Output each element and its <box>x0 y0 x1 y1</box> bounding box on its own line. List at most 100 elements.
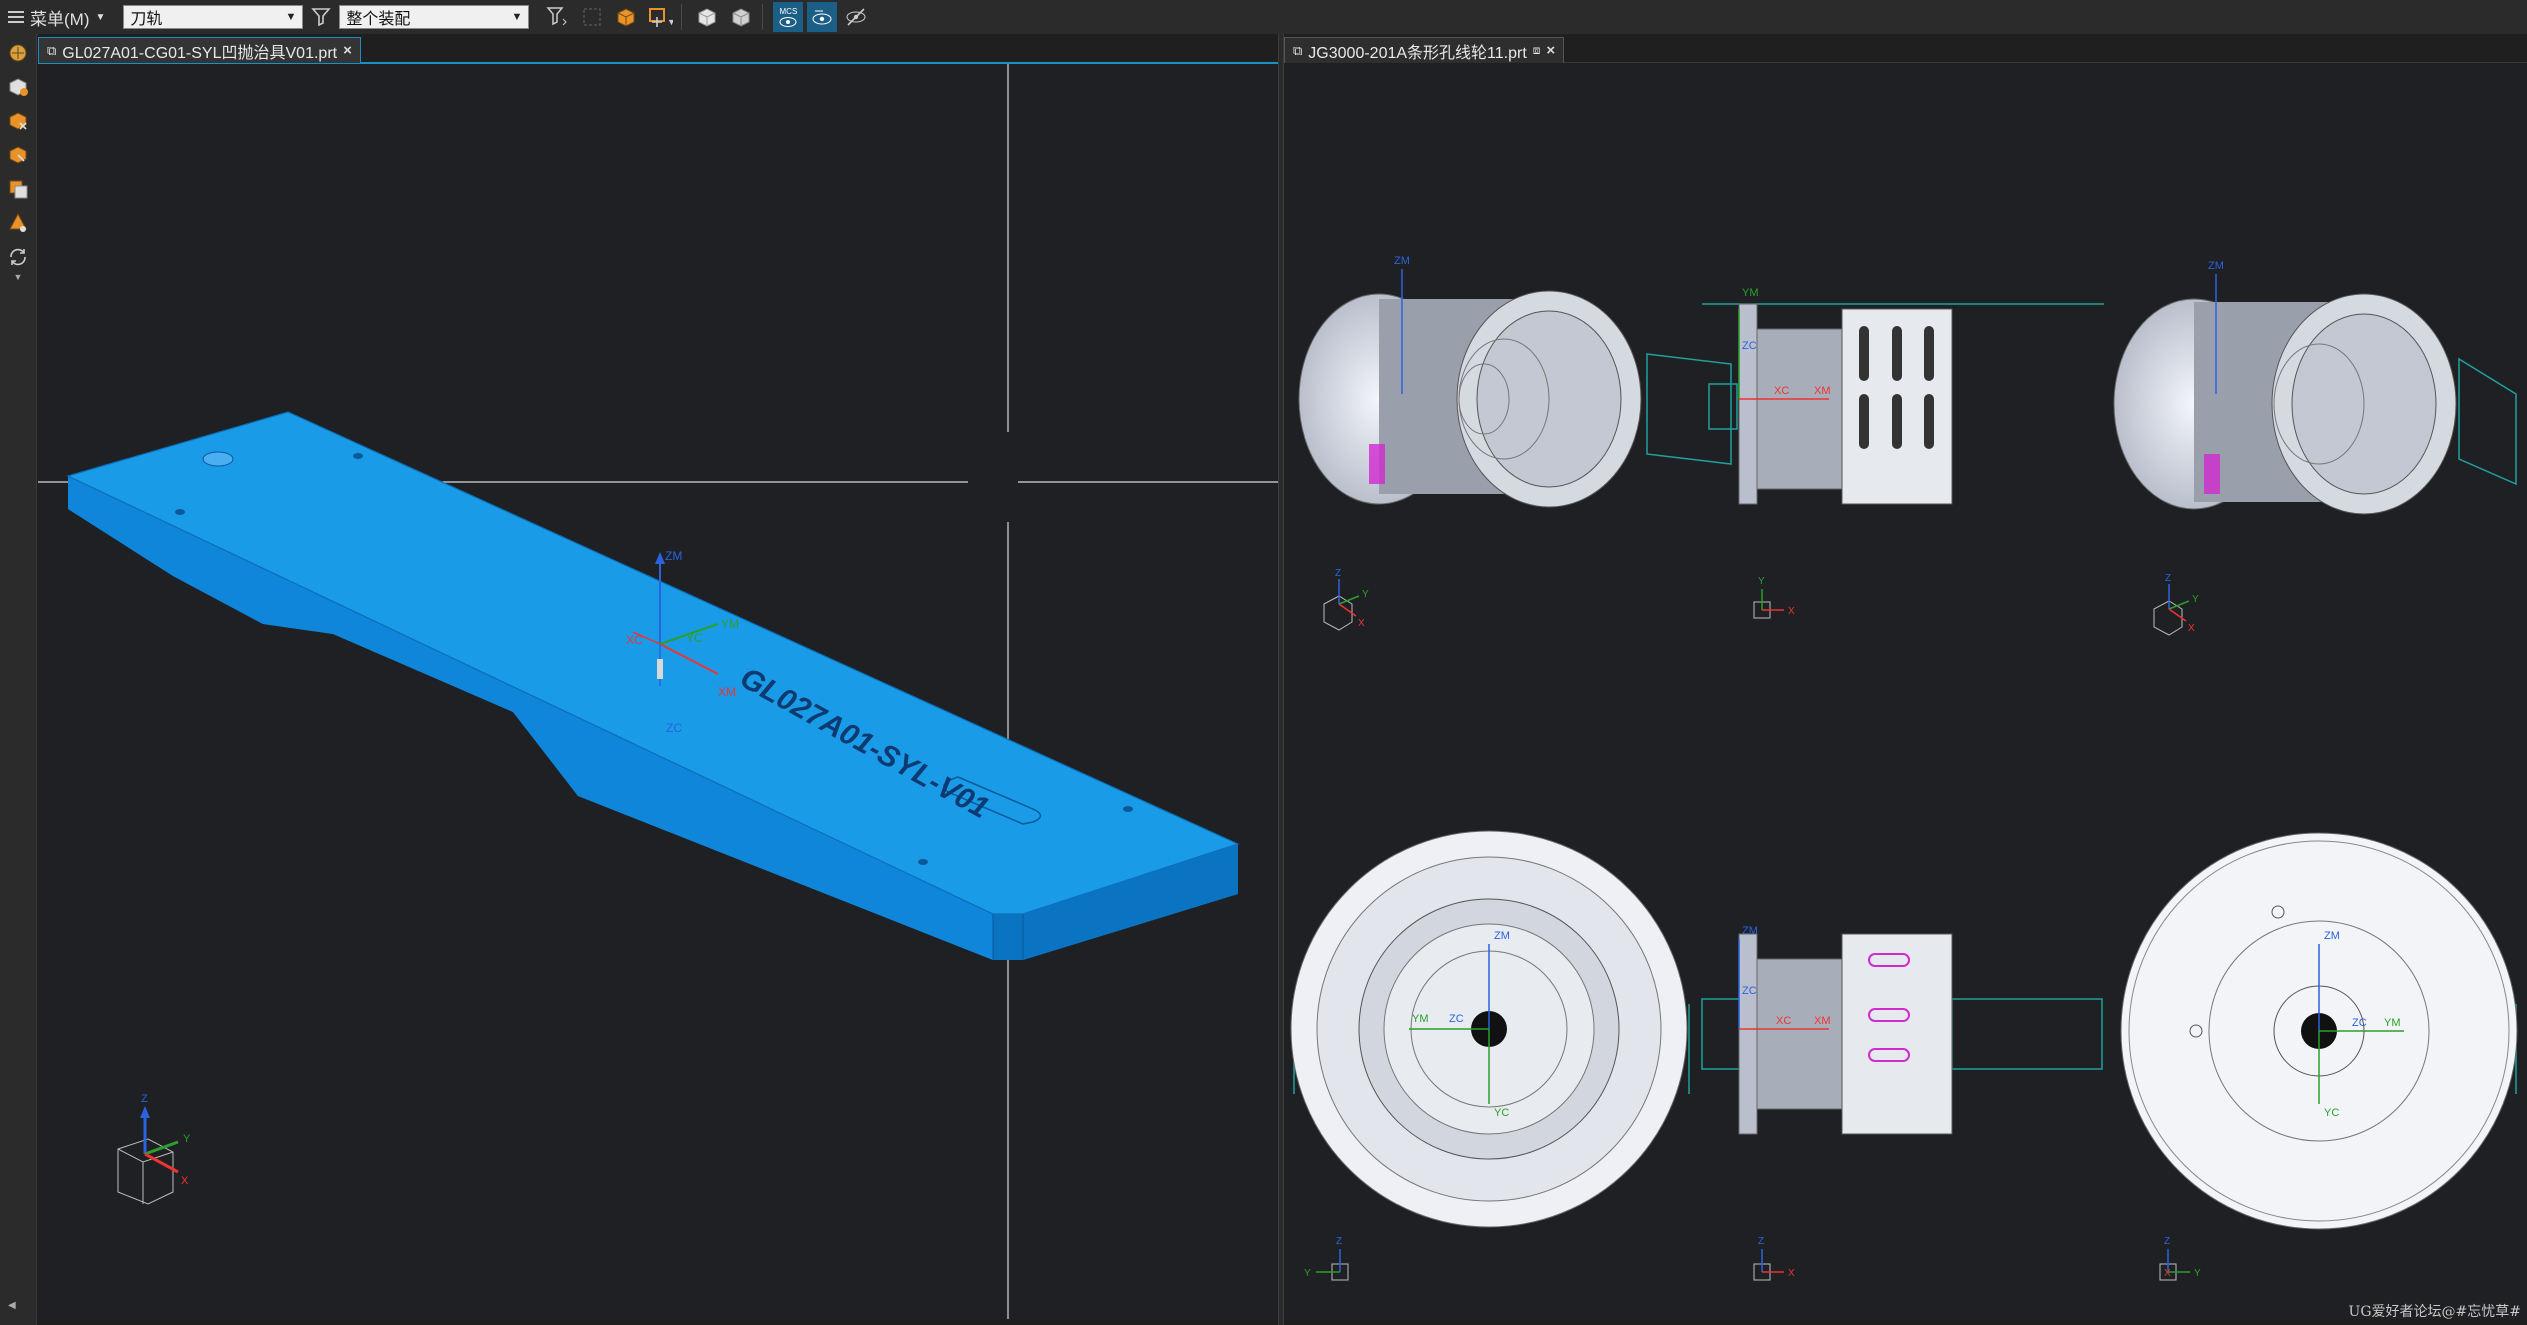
view-face-2[interactable]: ZM ZC YM YC <box>2120 832 2518 1230</box>
view6-triad-y: Y <box>2194 1268 2201 1279</box>
history-icon[interactable] <box>2 242 34 272</box>
view6-triad-z: Z <box>2164 1236 2170 1247</box>
chevron-down-icon[interactable]: ▼ <box>0 272 36 282</box>
assembly-scope-value: 整个装配 <box>346 11 411 28</box>
view4-label-ym: YM <box>1412 1013 1429 1025</box>
view5-triad: Z X <box>1753 1236 1795 1281</box>
tab-left-title: GL027A01-CG01-SYL凹抛治具V01.prt <box>62 44 338 62</box>
view-side-2[interactable]: ZM ZC XC XM <box>1701 925 2103 1135</box>
chevron-down-icon: ▼ <box>511 11 523 23</box>
assembly-navigator-icon[interactable] <box>2 38 34 68</box>
tab-left-part[interactable]: ⧉ GL027A01-CG01-SYL凹抛治具V01.prt × <box>38 37 361 63</box>
toolbar-separator <box>762 4 764 30</box>
view5-label-zc: ZC <box>1742 985 1757 997</box>
view2-triad: Y X <box>1753 576 1795 619</box>
main-menu-button[interactable]: 菜单(M) ▼ <box>0 0 115 34</box>
triad-y-label: Y <box>183 1133 191 1145</box>
view4-label-zm: ZM <box>1494 930 1510 942</box>
view-face-1[interactable]: ZM YM ZC YC <box>1290 830 1690 1228</box>
view3-triad-x: X <box>2188 623 2195 634</box>
close-icon[interactable]: × <box>1546 42 1555 59</box>
view5-triad-z: Z <box>1758 1236 1764 1247</box>
view4-triad-z: Z <box>1336 1236 1342 1247</box>
view1-triad-x: X <box>1358 618 1365 629</box>
part-file-icon: ⧉ <box>47 42 57 58</box>
float-window-icon[interactable]: ⧈ <box>1533 43 1541 58</box>
point-snap-icon[interactable]: ▼ <box>645 2 675 32</box>
roles-icon[interactable] <box>2 208 34 238</box>
view5-triad-x: X <box>1788 1268 1795 1279</box>
view-iso-1[interactable]: ZM <box>1298 255 1732 508</box>
wireframe-view-icon[interactable] <box>726 2 756 32</box>
wcs-xc-label: XC <box>626 633 643 647</box>
component-select-icon[interactable] <box>611 2 641 32</box>
eye-visibility-icon[interactable] <box>807 2 838 32</box>
right-multi-view-scene: ZM Z Y X YM ZC XC XM Y X ZM Z Y X ZM YM … <box>1290 255 2518 1281</box>
selection-filter-icon[interactable] <box>543 2 573 32</box>
chevron-down-icon: ▼ <box>95 11 106 23</box>
hamburger-icon <box>8 11 24 23</box>
left-graphics-window: ⧉ GL027A01-CG01-SYL凹抛治具V01.prt × GL027A0… <box>38 34 1278 1319</box>
view4-triad-y: Y <box>1304 1268 1311 1279</box>
view5-label-xm: XM <box>1814 1015 1831 1027</box>
filter-reset-icon[interactable] <box>307 2 337 32</box>
wcs-zc-label: ZC <box>666 721 682 735</box>
view2-label-xm: XM <box>1814 385 1831 397</box>
view6-label-zm: ZM <box>2324 930 2340 942</box>
left-3d-scene: GL027A01-SYL-V01 ZM XC YC YM XM ZC Z Y X <box>38 64 1278 1319</box>
view1-label-zm: ZM <box>1394 255 1410 267</box>
type-filter-select[interactable]: 刀轨 ▼ <box>123 5 304 29</box>
tab-right-part[interactable]: ⧉ JG3000-201A条形孔线轮11.prt ⧈ × <box>1284 37 1565 63</box>
assembly-scope-select[interactable]: 整个装配 ▼ <box>339 5 530 29</box>
view6-triad: Z X Y <box>2159 1236 2201 1281</box>
part-navigator-icon[interactable] <box>2 72 34 102</box>
triad-z-label: Z <box>141 1093 148 1105</box>
wcs-yc-label: YC <box>686 631 703 645</box>
view-triad: Z Y X <box>117 1093 191 1205</box>
shaded-view-icon[interactable] <box>692 2 722 32</box>
view5-label-xc: XC <box>1776 1015 1791 1027</box>
view3-triad-z: Z <box>2165 573 2171 584</box>
fixture-part[interactable] <box>66 411 1240 960</box>
right-tab-strip: ⧉ JG3000-201A条形孔线轮11.prt ⧈ × <box>1284 34 2527 63</box>
view6-label-ym: YM <box>2384 1017 2401 1029</box>
view1-triad-y: Y <box>1362 589 1369 600</box>
toolbar-separator <box>681 4 683 30</box>
right-graphics-window: ⧉ JG3000-201A条形孔线轮11.prt ⧈ × ZM Z Y X YM… <box>1284 34 2527 1319</box>
reuse-library-icon[interactable] <box>2 174 34 204</box>
view6-triad-x: X <box>2164 1268 2171 1279</box>
view5-label-zm: ZM <box>1742 925 1758 937</box>
view2-label-ym: YM <box>1742 287 1759 299</box>
view-iso-2[interactable]: ZM <box>2113 260 2517 515</box>
hide-toolpath-icon[interactable] <box>841 2 871 32</box>
main-menu-label: 菜单(M) <box>30 9 90 29</box>
view2-triad-y: Y <box>1758 576 1765 587</box>
collapse-arrow-icon[interactable]: ◀ <box>8 1300 16 1311</box>
mcs-visibility-icon[interactable]: MCS <box>773 2 804 32</box>
resource-bar: ▼ ◀ <box>0 34 37 1325</box>
machine-tool-navigator-icon[interactable] <box>2 140 34 170</box>
close-icon[interactable]: × <box>343 42 352 59</box>
operation-navigator-icon[interactable] <box>2 106 34 136</box>
view6-label-yc: YC <box>2324 1107 2339 1119</box>
view3-label-zm: ZM <box>2208 260 2224 272</box>
view1-triad: Z Y X <box>1323 568 1369 631</box>
triad-x-label: X <box>181 1175 189 1187</box>
left-viewport[interactable]: GL027A01-SYL-V01 ZM XC YC YM XM ZC Z Y X <box>38 64 1278 1319</box>
type-filter-value: 刀轨 <box>130 11 163 28</box>
view-front-1[interactable]: YM ZC XC XM <box>1702 287 2104 505</box>
mcs-badge: MCS <box>779 6 798 16</box>
wcs-xm-label: XM <box>718 685 736 699</box>
view3-triad-y: Y <box>2192 594 2199 605</box>
wcs-zm-label: ZM <box>665 549 682 563</box>
right-viewport[interactable]: ZM Z Y X YM ZC XC XM Y X ZM Z Y X ZM YM … <box>1284 64 2527 1319</box>
tab-right-title: JG3000-201A条形孔线轮11.prt <box>1308 44 1527 62</box>
part-file-icon: ⧉ <box>1293 42 1303 58</box>
wcs-ym-label: YM <box>721 617 739 631</box>
svg-text:▼: ▼ <box>667 17 673 27</box>
view2-label-xc: XC <box>1774 385 1789 397</box>
view2-label-zc: ZC <box>1742 340 1757 352</box>
view3-triad: Z Y X <box>2153 573 2199 636</box>
view6-label-zc: ZC <box>2352 1017 2367 1029</box>
snap-disabled-icon[interactable] <box>577 2 607 32</box>
